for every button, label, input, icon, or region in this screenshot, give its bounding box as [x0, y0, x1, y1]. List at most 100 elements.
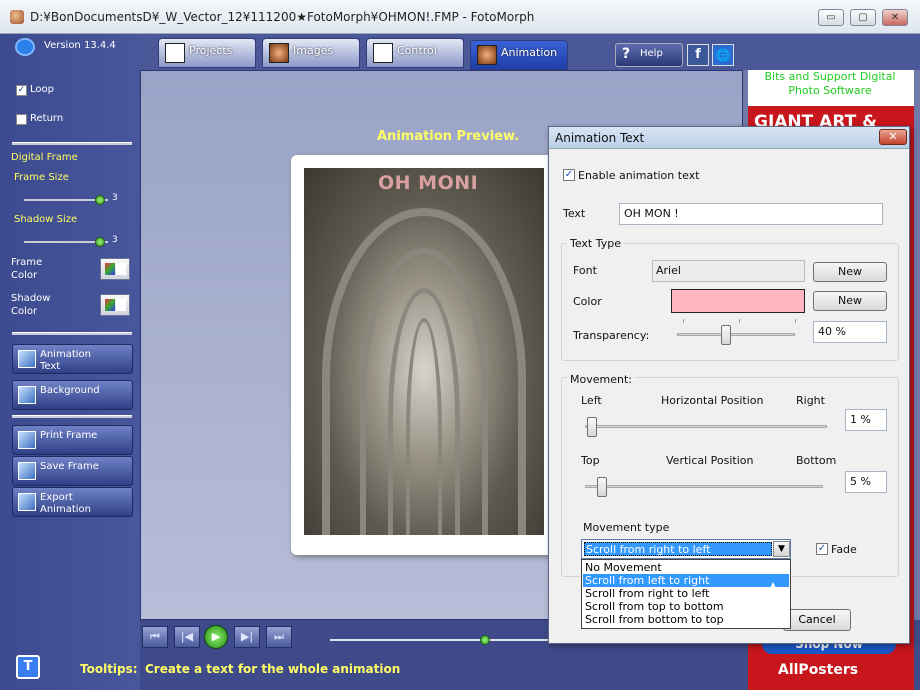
vertical-position-slider[interactable] [585, 485, 823, 488]
tab-control[interactable]: Control [366, 38, 464, 68]
animation-icon [477, 45, 497, 65]
separator [12, 142, 132, 145]
fade-label: Fade [831, 543, 857, 556]
minimize-button[interactable]: ▭ [818, 9, 844, 26]
option-scroll-right-to-left[interactable]: Scroll from right to left [583, 587, 789, 600]
mouse-cursor-icon [766, 582, 780, 596]
allposters-logo: AllPosters [778, 662, 859, 678]
slider-tick [795, 319, 796, 323]
print-frame-button[interactable]: Print Frame [12, 425, 133, 455]
loop-checkbox[interactable]: ✓ [16, 85, 27, 96]
left-label: Left [581, 394, 602, 407]
previous-frame-button[interactable]: |◀ [174, 626, 200, 648]
web-globe-icon[interactable]: 🌐 [712, 44, 734, 66]
background-button[interactable]: Background [12, 380, 133, 410]
horizontal-position-thumb[interactable] [587, 417, 597, 437]
tooltip-text: Create a text for the whole animation [145, 662, 401, 676]
restore-button[interactable]: ▢ [850, 9, 876, 26]
dialog-titlebar: Animation Text ✕ [549, 127, 909, 149]
film-icon [18, 493, 36, 511]
images-icon [269, 43, 289, 63]
facebook-icon[interactable]: f [687, 44, 709, 66]
animation-text-button[interactable]: Animation Text [12, 344, 133, 374]
option-no-movement[interactable]: No Movement [583, 561, 789, 574]
next-frame-button[interactable]: ▶| [234, 626, 260, 648]
horizontal-position-label: Horizontal Position [661, 394, 764, 407]
movement-label: Movement: [567, 373, 635, 386]
help-button[interactable]: ? Help [615, 43, 683, 67]
shadow-size-value: 3 [112, 235, 118, 245]
font-label: Font [573, 264, 597, 277]
export-animation-button[interactable]: Export Animation [12, 487, 133, 517]
transparency-slider[interactable] [677, 333, 795, 336]
option-scroll-top-to-bottom[interactable]: Scroll from top to bottom [583, 600, 789, 613]
frame-size-knob[interactable] [95, 195, 105, 205]
horizontal-position-value[interactable]: 1 % [845, 409, 887, 431]
shadow-color-label: Shadow Color [11, 293, 51, 317]
frame-color-label: Frame Color [11, 257, 43, 281]
first-frame-button[interactable]: ⏮ [142, 626, 168, 648]
text-color-swatch[interactable] [671, 289, 805, 313]
timeline-knob[interactable] [480, 635, 490, 645]
font-new-button[interactable]: New [813, 262, 887, 282]
tab-animation[interactable]: Animation [470, 40, 568, 70]
tab-animation-label: Animation [501, 46, 558, 59]
help-label: Help [640, 48, 663, 59]
text-label: Text [563, 207, 586, 220]
right-label: Right [796, 394, 825, 407]
vertical-position-label: Vertical Position [666, 454, 754, 467]
arch-shape [406, 318, 442, 535]
save-frame-label: Save Frame [40, 461, 99, 472]
tab-control-label: Control [397, 44, 437, 57]
option-scroll-left-to-right[interactable]: Scroll from left to right [583, 574, 789, 587]
enable-text-checkbox[interactable]: ✓ [563, 169, 575, 181]
shadow-size-knob[interactable] [95, 237, 105, 247]
preview-frame: OH MONI [291, 155, 557, 555]
shadow-color-button[interactable] [100, 294, 130, 316]
color-label: Color [573, 295, 602, 308]
abc-icon [18, 350, 36, 368]
vertical-position-thumb[interactable] [597, 477, 607, 497]
control-icon [373, 43, 393, 63]
enable-text-label: Enable animation text [578, 169, 700, 182]
option-scroll-bottom-to-top[interactable]: Scroll from bottom to top [583, 613, 789, 626]
text-type-label: Text Type [567, 237, 625, 250]
frame-size-value: 3 [112, 193, 118, 203]
horizontal-position-slider[interactable] [585, 425, 827, 428]
dialog-close-button[interactable]: ✕ [879, 129, 907, 145]
fade-checkbox[interactable]: ✓ [816, 543, 828, 555]
transparency-value[interactable]: 40 % [813, 321, 887, 343]
close-window-button[interactable]: ✕ [882, 9, 908, 26]
text-input[interactable]: OH MON ! [619, 203, 883, 225]
slider-tick [683, 319, 684, 323]
transparency-thumb[interactable] [721, 325, 731, 345]
frame-color-button[interactable] [100, 258, 130, 280]
preview-photo: OH MONI [304, 168, 544, 535]
movement-type-label: Movement type [583, 521, 670, 534]
return-checkbox[interactable] [16, 114, 27, 125]
question-icon: ? [622, 46, 631, 62]
background-icon [18, 386, 36, 404]
ad-top-text: Bits and Support Digital Photo Software [764, 70, 896, 97]
play-button[interactable]: ▶ [204, 625, 228, 649]
tooltip-toggle-button[interactable]: T [16, 655, 40, 679]
tab-projects[interactable]: Projects [158, 38, 256, 68]
last-frame-button[interactable]: ⏭ [266, 626, 292, 648]
chevron-down-icon[interactable]: ▼ [773, 541, 790, 557]
vertical-position-value[interactable]: 5 % [845, 471, 887, 493]
window-titlebar: D:¥BonDocumentsD¥_W_Vector_12¥111200★Fot… [0, 0, 920, 34]
timeline-slider[interactable] [330, 639, 550, 641]
font-display: Ariel [652, 260, 805, 282]
background-label: Background [40, 385, 100, 396]
export-animation-label: Export Animation [40, 492, 91, 515]
separator [12, 332, 132, 335]
color-new-button[interactable]: New [813, 291, 887, 311]
transparency-label: Transparency: [573, 329, 650, 342]
bottom-label: Bottom [796, 454, 837, 467]
digital-frame-heading: Digital Frame [11, 152, 78, 163]
tab-projects-label: Projects [189, 44, 233, 57]
save-frame-button[interactable]: Save Frame [12, 456, 133, 486]
tab-images[interactable]: Images [262, 38, 360, 68]
movement-type-select[interactable]: Scroll from right to left ▼ [581, 539, 791, 559]
cancel-button[interactable]: Cancel [783, 609, 851, 631]
